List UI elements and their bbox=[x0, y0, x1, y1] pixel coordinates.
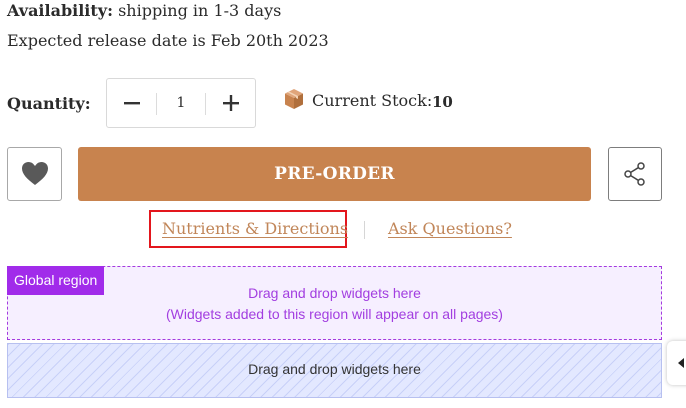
share-button[interactable] bbox=[608, 147, 662, 201]
link-divider bbox=[364, 221, 365, 239]
release-date-text: Expected release date is Feb 20th 2023 bbox=[7, 31, 329, 50]
global-region-hint: Drag and drop widgets here bbox=[248, 285, 421, 301]
quantity-label: Quantity: bbox=[7, 94, 91, 113]
minus-icon bbox=[123, 102, 140, 105]
quantity-stepper bbox=[106, 78, 256, 128]
package-icon bbox=[285, 89, 303, 109]
availability-value: shipping in 1-3 days bbox=[118, 1, 282, 20]
global-region-note: (Widgets added to this region will appea… bbox=[166, 306, 503, 322]
decrease-quantity-button[interactable] bbox=[107, 79, 156, 127]
preorder-label: PRE-ORDER bbox=[274, 164, 395, 184]
plus-icon bbox=[222, 95, 239, 111]
arrow-left-icon bbox=[678, 358, 684, 368]
increase-quantity-button[interactable] bbox=[206, 79, 255, 127]
availability-row: Availability: shipping in 1-3 days bbox=[7, 0, 281, 22]
ask-questions-link[interactable]: Ask Questions? bbox=[388, 218, 512, 240]
drop-region-hint: Drag and drop widgets here bbox=[248, 361, 421, 377]
stock-value: 10 bbox=[432, 93, 453, 111]
share-icon bbox=[624, 162, 645, 186]
heart-icon bbox=[21, 162, 48, 185]
stock-label: Current Stock: bbox=[312, 91, 433, 110]
global-widget-region[interactable] bbox=[7, 266, 662, 340]
wishlist-button[interactable] bbox=[7, 147, 62, 201]
quantity-input[interactable] bbox=[157, 79, 205, 127]
preorder-button[interactable]: PRE-ORDER bbox=[78, 147, 591, 201]
nutrients-directions-link[interactable]: Nutrients & Directions bbox=[162, 218, 348, 240]
availability-label: Availability: bbox=[7, 1, 113, 20]
